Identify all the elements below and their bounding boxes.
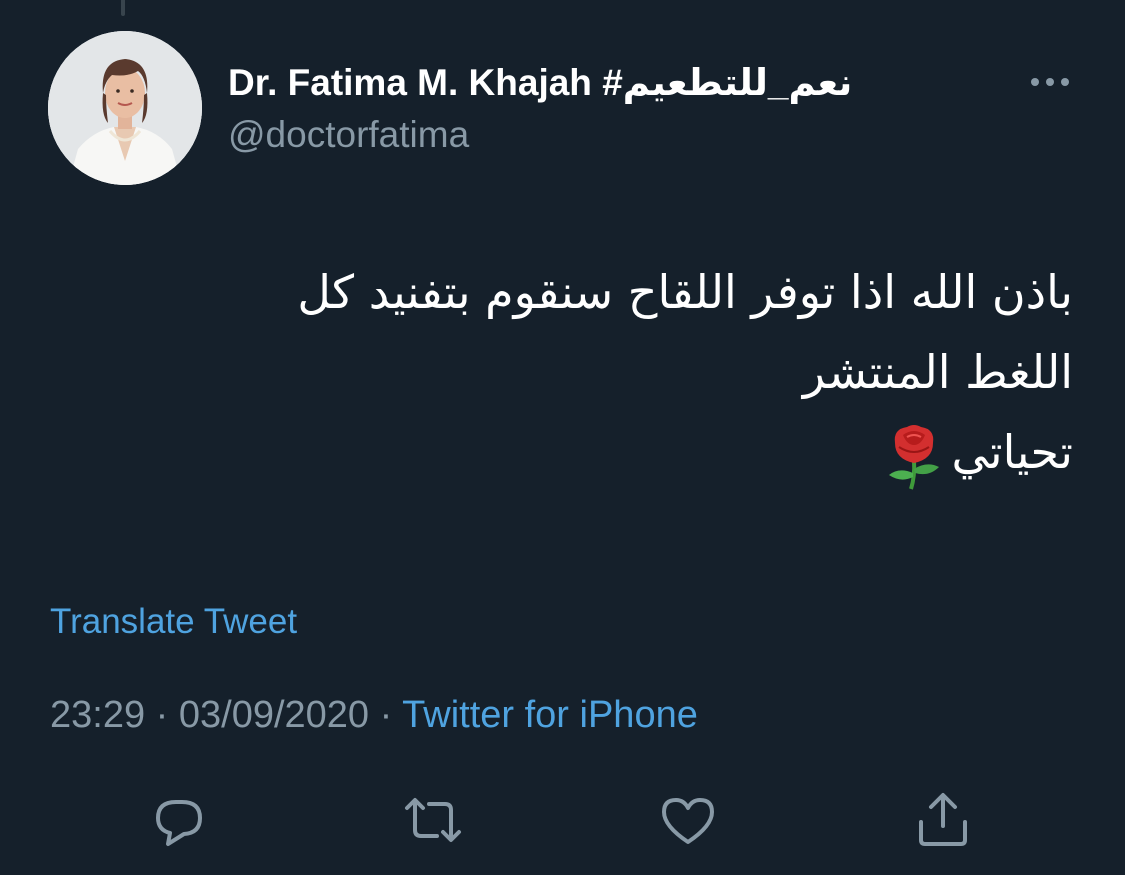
meta-separator: ·	[155, 694, 169, 736]
thread-connector-line	[121, 0, 125, 16]
tweet-text: باذن الله اذا توفر اللقاح سنقوم بتفنيد ك…	[93, 252, 1073, 492]
author-handle[interactable]: @doctorfatima	[228, 112, 469, 158]
tweet-meta: 23:29 · 03/09/2020 · Twitter for iPhone	[50, 692, 698, 738]
avatar[interactable]	[48, 31, 202, 185]
tweet-date: 03/09/2020	[178, 694, 370, 736]
share-icon[interactable]	[911, 788, 975, 852]
meta-separator: ·	[379, 694, 393, 736]
translate-tweet-link[interactable]: Translate Tweet	[50, 600, 297, 644]
tweet-time: 23:29	[50, 694, 146, 736]
heart-icon[interactable]	[656, 788, 720, 852]
tweet-text-line: باذن الله اذا توفر اللقاح سنقوم بتفنيد ك…	[297, 265, 1073, 319]
more-horizontal-icon[interactable]	[1028, 70, 1072, 94]
retweet-icon[interactable]	[401, 788, 465, 852]
reply-icon[interactable]	[146, 788, 210, 852]
tweet-text-line: تحياتي	[93, 412, 1073, 492]
tweet-actions-bar	[0, 788, 1125, 852]
author-display-name[interactable]: Dr. Fatima M. Khajah #نعم_للتطعيم	[228, 60, 852, 106]
tweet-source-link[interactable]: Twitter for iPhone	[402, 694, 698, 736]
tweet-text-greeting: تحياتي	[951, 425, 1073, 479]
tweet-text-line: اللغط المنتشر	[802, 345, 1073, 399]
rose-icon	[881, 421, 947, 491]
